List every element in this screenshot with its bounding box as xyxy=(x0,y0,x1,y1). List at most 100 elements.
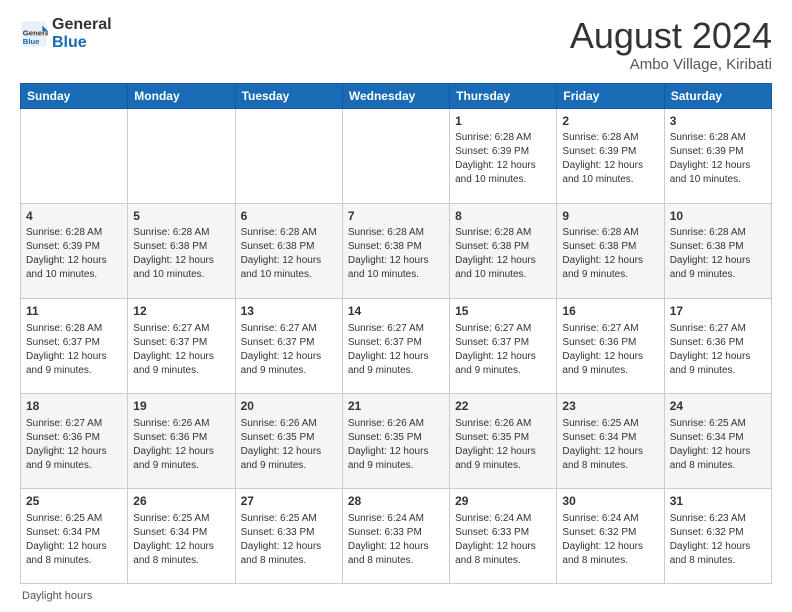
cell-content-line: Sunrise: 6:27 AM xyxy=(241,322,337,336)
cell-content-line: Sunrise: 6:28 AM xyxy=(455,226,551,240)
week-row-5: 25Sunrise: 6:25 AMSunset: 6:34 PMDayligh… xyxy=(21,488,772,583)
day-number: 23 xyxy=(562,398,658,415)
calendar-subtitle: Ambo Village, Kiribati xyxy=(570,56,772,73)
header-day-wednesday: Wednesday xyxy=(342,83,449,108)
cell-content-line: Sunset: 6:34 PM xyxy=(670,431,766,445)
cell-day-30: 30Sunrise: 6:24 AMSunset: 6:32 PMDayligh… xyxy=(557,488,664,583)
cell-content-line: Daylight: 12 hours and 9 minutes. xyxy=(455,445,551,473)
day-number: 8 xyxy=(455,208,551,225)
cell-content-line: Sunset: 6:38 PM xyxy=(133,240,229,254)
cell-day-19: 19Sunrise: 6:26 AMSunset: 6:36 PMDayligh… xyxy=(128,393,235,488)
cell-content-line: Sunrise: 6:28 AM xyxy=(562,131,658,145)
cell-content-line: Sunset: 6:32 PM xyxy=(562,526,658,540)
cell-content-line: Sunset: 6:37 PM xyxy=(133,336,229,350)
cell-content-line: Sunset: 6:34 PM xyxy=(26,526,122,540)
cell-content-line: Daylight: 12 hours and 8 minutes. xyxy=(562,445,658,473)
cell-day-18: 18Sunrise: 6:27 AMSunset: 6:36 PMDayligh… xyxy=(21,393,128,488)
cell-day-22: 22Sunrise: 6:26 AMSunset: 6:35 PMDayligh… xyxy=(450,393,557,488)
cell-content-line: Sunset: 6:37 PM xyxy=(26,336,122,350)
day-number: 9 xyxy=(562,208,658,225)
cell-day-7: 7Sunrise: 6:28 AMSunset: 6:38 PMDaylight… xyxy=(342,203,449,298)
cell-day-24: 24 Sunrise: 6:25 AMSunset: 6:34 PMDayligh… xyxy=(664,393,771,488)
cell-content-line: Daylight: 12 hours and 10 minutes. xyxy=(133,254,229,282)
week-row-1: 1 Sunrise: 6:28 AM Sunset: 6:39 PM Daylight… xyxy=(21,108,772,203)
cell-content-line: Sunrise: 6:27 AM xyxy=(26,417,122,431)
cell-content-line: Sunset: 6:38 PM xyxy=(348,240,444,254)
day-number: 11 xyxy=(26,303,122,320)
day-number: 4 xyxy=(26,208,122,225)
cell-content-line: Daylight: 12 hours and 8 minutes. xyxy=(26,540,122,568)
cell-content-line: Sunset: 6:38 PM xyxy=(562,240,658,254)
day-number: 22 xyxy=(455,398,551,415)
day-number: 17 xyxy=(670,303,766,320)
footer-note: Daylight hours xyxy=(20,590,772,602)
cell-content-line: Sunset: 6:39 PM xyxy=(670,145,766,159)
cell-content-line: Daylight: 12 hours and 9 minutes. xyxy=(26,445,122,473)
title-block: August 2024 Ambo Village, Kiribati xyxy=(570,16,772,73)
cell-content-line: Daylight: 12 hours and 9 minutes. xyxy=(348,445,444,473)
week-row-2: 4Sunrise: 6:28 AMSunset: 6:39 PMDaylight… xyxy=(21,203,772,298)
day-number: 24 xyxy=(670,398,766,415)
day-number: 15 xyxy=(455,303,551,320)
cell-day-10: 10Sunrise: 6:28 AMSunset: 6:38 PMDayligh… xyxy=(664,203,771,298)
cell-content-line: Daylight: 12 hours and 10 minutes. xyxy=(26,254,122,282)
cell-content-line: Sunset: 6:36 PM xyxy=(562,336,658,350)
cell-content-line: Sunset: 6:33 PM xyxy=(348,526,444,540)
cell-day-11: 11Sunrise: 6:28 AMSunset: 6:37 PMDayligh… xyxy=(21,298,128,393)
cell-content-line: Sunset: 6:37 PM xyxy=(348,336,444,350)
day-number: 25 xyxy=(26,493,122,510)
svg-text:Blue: Blue xyxy=(23,36,40,45)
day-number: 20 xyxy=(241,398,337,415)
header-day-tuesday: Tuesday xyxy=(235,83,342,108)
cell-content-line: Daylight: 12 hours and 10 minutes. xyxy=(455,159,551,187)
logo-icon: General Blue xyxy=(20,20,48,48)
header-day-monday: Monday xyxy=(128,83,235,108)
cell-day-15: 15Sunrise: 6:27 AMSunset: 6:37 PMDayligh… xyxy=(450,298,557,393)
cell-content-line: Daylight: 12 hours and 10 minutes. xyxy=(562,159,658,187)
cell-content-line: Sunset: 6:38 PM xyxy=(455,240,551,254)
cell-day-empty-0-1 xyxy=(128,108,235,203)
cell-content-line: Daylight: 12 hours and 8 minutes. xyxy=(455,540,551,568)
cell-content-line: Daylight: 12 hours and 9 minutes. xyxy=(241,445,337,473)
cell-day-1: 1Sunrise: 6:28 AMSunset: 6:39 PMDaylight… xyxy=(450,108,557,203)
day-number: 13 xyxy=(241,303,337,320)
cell-day-16: 16Sunrise: 6:27 AMSunset: 6:36 PMDayligh… xyxy=(557,298,664,393)
cell-content-line: Sunrise: 6:25 AM xyxy=(241,512,337,526)
cell-day-13: 13Sunrise: 6:27 AMSunset: 6:37 PMDayligh… xyxy=(235,298,342,393)
cell-content-line: Sunrise: 6:27 AM xyxy=(455,322,551,336)
cell-content-line: Sunrise: 6:25 AM xyxy=(670,417,766,431)
cell-content-line: Sunset: 6:32 PM xyxy=(670,526,766,540)
cell-content-line: Daylight: 12 hours and 8 minutes. xyxy=(670,445,766,473)
day-number: 29 xyxy=(455,493,551,510)
cell-content-line: Sunrise: 6:28 AM xyxy=(348,226,444,240)
calendar-title: August 2024 xyxy=(570,16,772,56)
week-row-4: 18Sunrise: 6:27 AMSunset: 6:36 PMDayligh… xyxy=(21,393,772,488)
cell-content-line: Daylight: 12 hours and 9 minutes. xyxy=(26,350,122,378)
cell-day-25: 25Sunrise: 6:25 AMSunset: 6:34 PMDayligh… xyxy=(21,488,128,583)
day-number: 28 xyxy=(348,493,444,510)
day-number: 27 xyxy=(241,493,337,510)
day-number: 5 xyxy=(133,208,229,225)
header-day-saturday: Saturday xyxy=(664,83,771,108)
cell-content-line: Daylight: 12 hours and 9 minutes. xyxy=(562,254,658,282)
day-number: 1 xyxy=(455,113,551,130)
cell-day-9: 9Sunrise: 6:28 AMSunset: 6:38 PMDaylight… xyxy=(557,203,664,298)
cell-day-31: 31Sunrise: 6:23 AMSunset: 6:32 PMDayligh… xyxy=(664,488,771,583)
cell-content-line: Daylight: 12 hours and 8 minutes. xyxy=(562,540,658,568)
cell-content-line: Sunset: 6:35 PM xyxy=(455,431,551,445)
day-number: 10 xyxy=(670,208,766,225)
cell-day-3: 3Sunrise: 6:28 AMSunset: 6:39 PMDaylight… xyxy=(664,108,771,203)
cell-content-line: Sunrise: 6:25 AM xyxy=(133,512,229,526)
cell-content-line: Sunset: 6:36 PM xyxy=(133,431,229,445)
cell-content-line: Sunset: 6:36 PM xyxy=(670,336,766,350)
cell-content-line: Sunset: 6:37 PM xyxy=(241,336,337,350)
cell-content-line: Sunrise: 6:24 AM xyxy=(455,512,551,526)
cell-content-line: Daylight: 12 hours and 8 minutes. xyxy=(241,540,337,568)
day-number: 16 xyxy=(562,303,658,320)
cell-content-line: Sunrise: 6:28 AM xyxy=(133,226,229,240)
day-number: 14 xyxy=(348,303,444,320)
cell-content-line: Daylight: 12 hours and 8 minutes. xyxy=(348,540,444,568)
logo-text-general: General xyxy=(52,16,112,34)
cell-content-line: Daylight: 12 hours and 10 minutes. xyxy=(455,254,551,282)
cell-content-line: Sunrise: 6:24 AM xyxy=(562,512,658,526)
